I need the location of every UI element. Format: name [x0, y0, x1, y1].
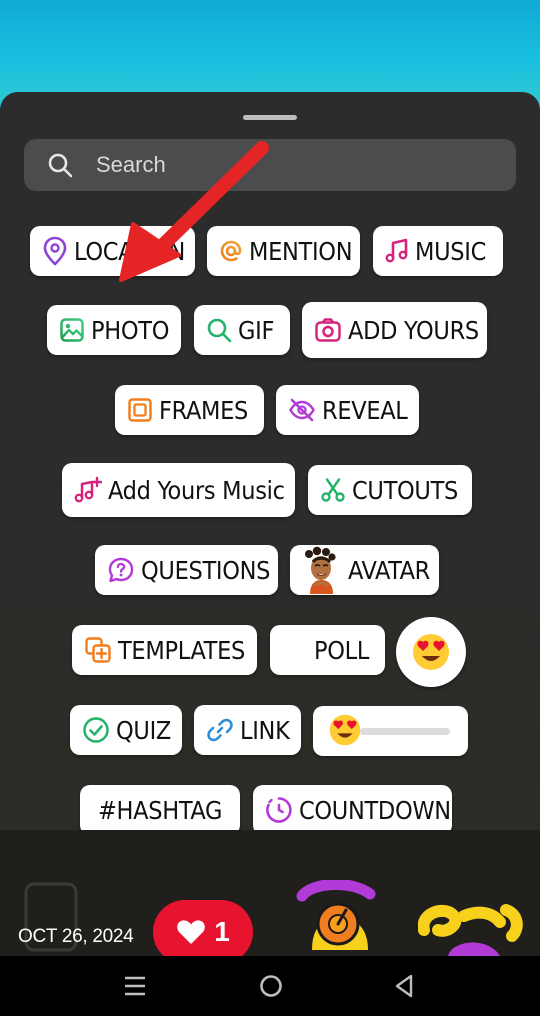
emoji-slider-track — [360, 728, 450, 735]
reveal-sticker[interactable]: REVEAL — [276, 385, 419, 435]
location-sticker[interactable]: LOCATION — [30, 226, 195, 276]
at-sign-icon — [220, 240, 242, 262]
link-chain-icon — [207, 718, 233, 742]
gif-search-icon — [207, 318, 232, 343]
gif-sticker[interactable]: GIF — [194, 305, 290, 355]
templates-label: TEMPLATES — [118, 635, 245, 665]
home-icon[interactable] — [258, 973, 284, 999]
scissors-icon — [321, 478, 345, 502]
search-icon — [48, 153, 73, 178]
slider-heart-eyes-emoji-icon — [329, 714, 361, 746]
like-count: 1 — [214, 916, 230, 947]
camera-icon — [315, 318, 341, 342]
quiz-sticker[interactable]: QUIZ — [70, 705, 182, 755]
emoji-reaction-sticker[interactable] — [396, 617, 466, 687]
frames-sticker[interactable]: FRAMES — [115, 385, 264, 435]
music-add-icon — [74, 476, 102, 503]
story-date: OCT 26, 2024 — [18, 926, 134, 947]
questions-sticker[interactable]: QUESTIONS — [95, 545, 278, 595]
eye-off-icon — [289, 398, 315, 422]
sound-on-sticker-icon[interactable] — [292, 880, 382, 956]
question-bubble-icon — [108, 557, 134, 583]
recent-apps-icon[interactable] — [123, 973, 147, 999]
countdown-sticker[interactable]: COUNTDOWN — [253, 785, 452, 835]
poll-bars-icon — [283, 641, 306, 659]
link-label: LINK — [240, 715, 290, 745]
countdown-label: COUNTDOWN — [299, 795, 451, 825]
hashtag-sticker[interactable]: #HASHTAG — [80, 785, 240, 835]
back-icon[interactable] — [393, 973, 415, 999]
gif-label: GIF — [238, 315, 275, 345]
location-pin-icon — [43, 236, 67, 266]
templates-sticker[interactable]: TEMPLATES — [72, 625, 257, 675]
photo-sticker[interactable]: PHOTO — [47, 305, 181, 355]
check-circle-icon — [83, 717, 109, 743]
avatar-icon — [305, 546, 336, 594]
add-yours-label: ADD YOURS — [348, 315, 479, 345]
location-label: LOCATION — [74, 236, 185, 266]
countdown-timer-icon — [266, 797, 292, 823]
templates-icon — [85, 637, 111, 663]
search-input[interactable]: Search — [96, 152, 166, 178]
add-yours-sticker[interactable]: ADD YOURS — [302, 302, 487, 358]
heart-icon — [177, 920, 205, 944]
poll-label: POLL — [314, 635, 370, 665]
mention-label: MENTION — [249, 236, 353, 266]
mention-sticker[interactable]: MENTION — [207, 226, 360, 276]
avatar-label: AVATAR — [348, 555, 431, 585]
add-yours-music-label: Add Yours Music — [108, 475, 285, 505]
music-note-icon — [385, 238, 408, 263]
link-sticker[interactable]: LINK — [194, 705, 301, 755]
music-sticker[interactable]: MUSIC — [373, 226, 503, 276]
frames-icon — [128, 398, 152, 422]
questions-label: QUESTIONS — [141, 555, 271, 585]
avatar-sticker[interactable]: AVATAR — [290, 545, 439, 595]
like-button[interactable]: 1 — [153, 900, 253, 964]
quiz-label: QUIZ — [116, 715, 172, 745]
poll-sticker[interactable]: POLL — [270, 625, 385, 675]
heart-eyes-emoji-icon — [413, 634, 449, 670]
photo-label: PHOTO — [91, 315, 170, 345]
frames-label: FRAMES — [159, 395, 249, 425]
reveal-label: REVEAL — [322, 395, 408, 425]
cutouts-sticker[interactable]: CUTOUTS — [308, 465, 472, 515]
music-label: MUSIC — [415, 236, 486, 266]
sheet-drag-handle[interactable] — [243, 115, 297, 120]
cutouts-label: CUTOUTS — [352, 475, 458, 505]
hashtag-label: #HASHTAG — [98, 795, 223, 825]
sounds-sticker-icon[interactable] — [418, 900, 524, 956]
photo-icon — [60, 318, 84, 342]
add-yours-music-sticker[interactable]: Add Yours Music — [62, 463, 295, 517]
